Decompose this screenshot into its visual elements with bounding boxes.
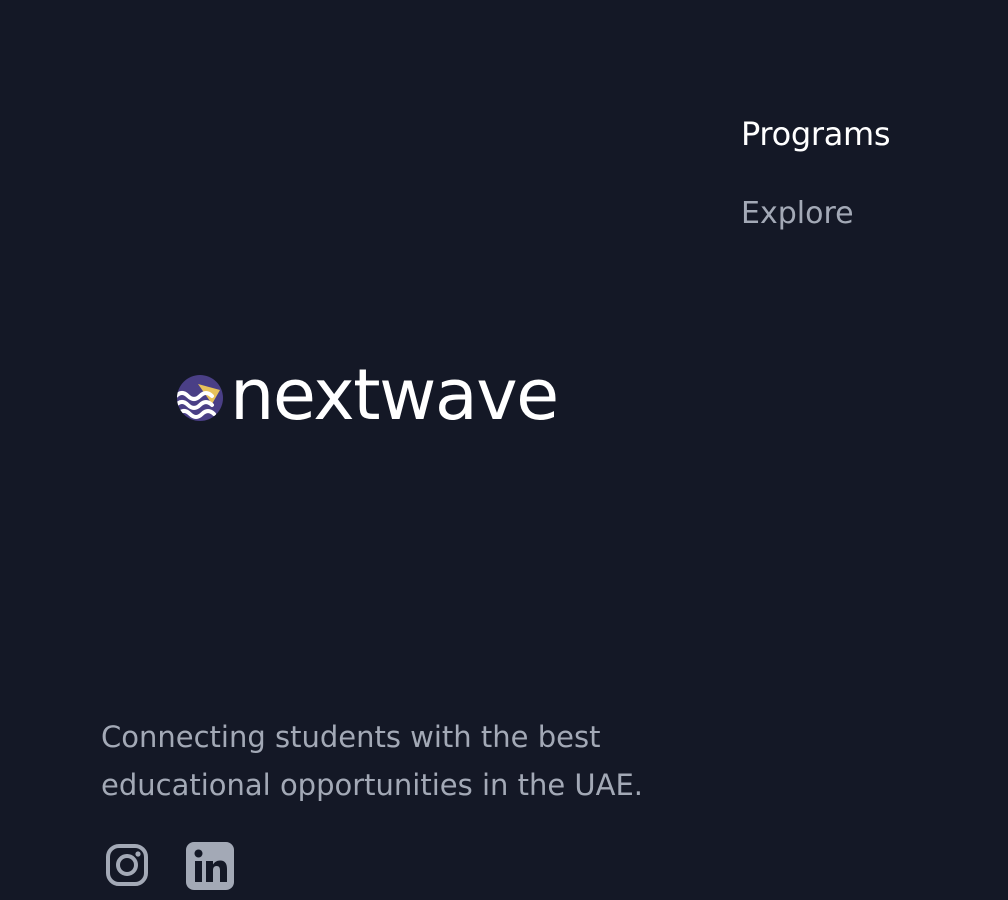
footer-nav-programs: Programs Explore (741, 112, 891, 234)
social-links (104, 842, 234, 890)
footer-tagline: Connecting students with the best educat… (101, 713, 661, 809)
linkedin-icon (186, 842, 234, 890)
tagline-line-2: educational opportunities in the UAE. (101, 768, 644, 802)
nav-heading-programs: Programs (741, 115, 891, 153)
tagline-line-1: Connecting students with the best (101, 720, 601, 754)
brand-name: nextwave (230, 354, 559, 436)
instagram-link[interactable] (104, 842, 152, 890)
linkedin-link[interactable] (186, 842, 234, 890)
wave-logo-icon (176, 374, 224, 422)
brand-logo[interactable]: nextwave (176, 354, 559, 436)
site-footer: Programs Explore nextwave Connecting stu… (0, 0, 1008, 900)
nav-link-explore[interactable]: Explore (741, 194, 890, 234)
instagram-icon (104, 842, 152, 890)
